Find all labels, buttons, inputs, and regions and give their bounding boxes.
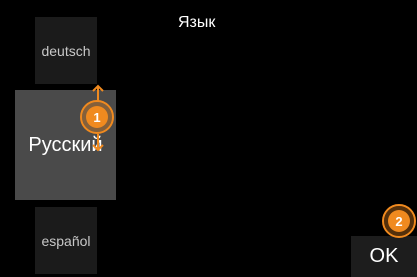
step-number: 1 <box>93 109 101 125</box>
language-option-deutsch[interactable]: deutsch <box>35 17 97 84</box>
ok-button[interactable]: OK <box>351 236 417 277</box>
language-option-label: deutsch <box>41 42 91 59</box>
language-selection-screen: Язык deutsch Русский español OK 1 2 <box>0 0 417 277</box>
ok-button-label: OK <box>369 245 399 267</box>
step-number: 2 <box>395 213 403 229</box>
step-marker-2: 2 <box>388 210 410 232</box>
arrow-down-icon <box>92 134 104 152</box>
page-title: Язык <box>178 14 216 31</box>
language-option-label: español <box>41 232 91 249</box>
step-marker-1: 1 <box>86 106 108 128</box>
language-option-espanol[interactable]: español <box>35 207 97 274</box>
